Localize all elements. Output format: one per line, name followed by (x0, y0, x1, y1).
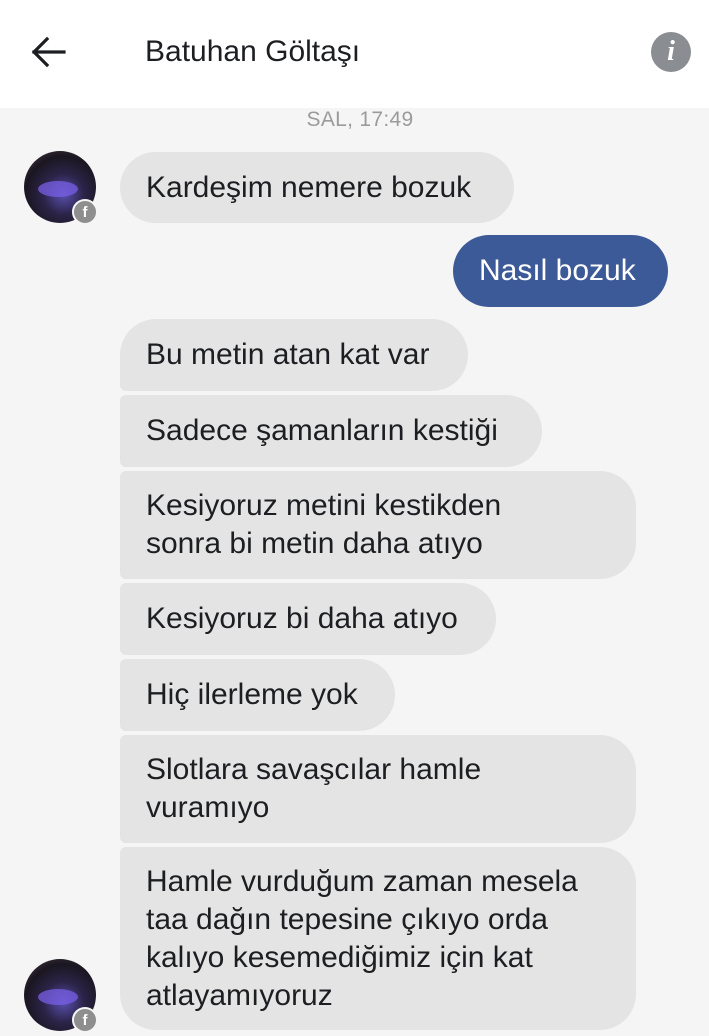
message-bubble-incoming[interactable]: Bu metin atan kat var (120, 319, 468, 391)
arrow-left-icon (31, 36, 66, 68)
message-bubble-incoming[interactable]: Hiç ilerleme yok (120, 659, 395, 731)
facebook-badge-icon: f (72, 1007, 98, 1033)
message-timestamp: SAL, 17:49 (306, 108, 414, 131)
contact-name[interactable]: Batuhan Göltaşı (145, 32, 360, 72)
message-bubble-incoming[interactable]: Kardeşim nemere bozuk (120, 152, 514, 223)
message-bubble-outgoing[interactable]: Nasıl bozuk (453, 235, 668, 307)
avatar[interactable]: f (24, 151, 98, 225)
avatar[interactable]: f (24, 959, 98, 1033)
message-bubble-incoming[interactable]: Sadece şamanların kestiği (120, 395, 542, 467)
info-button[interactable]: i (651, 32, 691, 72)
facebook-badge-icon: f (72, 199, 98, 225)
message-bubble-incoming[interactable]: Slotlara savaşcılar hamle vuramıyo (120, 735, 636, 843)
back-button[interactable] (26, 30, 70, 74)
chat-header: Batuhan Göltaşı i (0, 0, 709, 108)
message-bubble-incoming[interactable]: Kesiyoruz metini kestikden sonra bi meti… (120, 471, 636, 579)
message-bubble-incoming[interactable]: Kesiyoruz bi daha atıyo (120, 583, 496, 655)
info-icon: i (667, 36, 675, 67)
message-bubble-incoming[interactable]: Hamle vurduğum zaman mesela taa dağın te… (120, 847, 636, 1030)
